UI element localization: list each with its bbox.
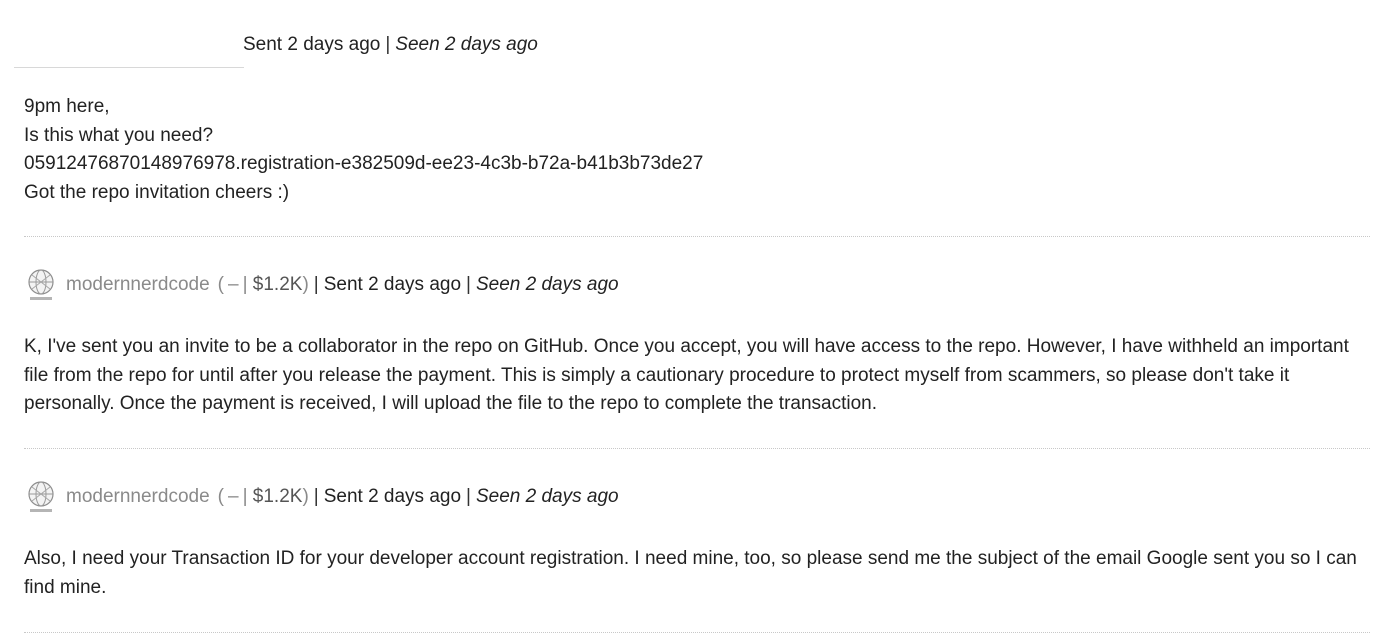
reputation-dash: –	[227, 486, 239, 507]
message-meta-1: Sent 2 days ago | Seen 2 days ago	[243, 27, 1343, 63]
avatar-globe-icon[interactable]	[24, 267, 58, 303]
reputation: (– | $1.2K)	[217, 486, 309, 507]
username-link[interactable]: modernnerdcode	[66, 484, 210, 510]
header-divider	[14, 67, 244, 68]
message-line: 9pm here,	[24, 96, 110, 117]
reputation-amount: $1.2K	[252, 486, 303, 507]
message-body-3: Also, I need your Transaction ID for you…	[24, 545, 1370, 602]
sent-time: Sent 2 days ago	[323, 274, 462, 295]
seen-time: Seen 2 days ago	[395, 34, 538, 55]
sent-time: Sent 2 days ago	[323, 486, 462, 507]
seen-time: Seen 2 days ago	[475, 486, 619, 507]
message-divider	[24, 632, 1370, 633]
username-link[interactable]: modernnerdcode	[66, 272, 210, 298]
message-thread: Sent 2 days ago | Seen 2 days ago 9pm he…	[0, 0, 1400, 641]
separator: |	[313, 486, 319, 507]
reputation: (– | $1.2K)	[217, 274, 309, 295]
avatar-globe-icon[interactable]	[24, 479, 58, 515]
message-text: Also, I need your Transaction ID for you…	[24, 548, 1357, 598]
message-divider	[24, 448, 1370, 449]
message-header-3: modernnerdcode (– | $1.2K) | Sent 2 days …	[24, 479, 1370, 515]
separator: |	[466, 486, 471, 507]
seen-time: Seen 2 days ago	[475, 274, 619, 295]
separator: |	[313, 274, 319, 295]
reputation-amount: $1.2K	[252, 274, 303, 295]
message-body-2: K, I've sent you an invite to be a colla…	[24, 333, 1370, 419]
reputation-dash: –	[227, 274, 239, 295]
message-line: Got the repo invitation cheers :)	[24, 181, 290, 203]
message-line: Is this what you need?	[24, 124, 214, 146]
message-divider	[24, 236, 1370, 237]
message-text: K, I've sent you an invite to be a colla…	[24, 336, 1349, 414]
separator: |	[385, 34, 391, 55]
message-header-2: modernnerdcode (– | $1.2K) | Sent 2 days …	[24, 267, 1370, 303]
message-body-1: 9pm here, Is this what you need? 0591247…	[24, 93, 1370, 207]
message-line: 0591247687014897697​8.registration-e3825…	[24, 153, 704, 174]
separator: |	[466, 274, 471, 295]
sent-time: Sent 2 days ago	[243, 34, 381, 55]
